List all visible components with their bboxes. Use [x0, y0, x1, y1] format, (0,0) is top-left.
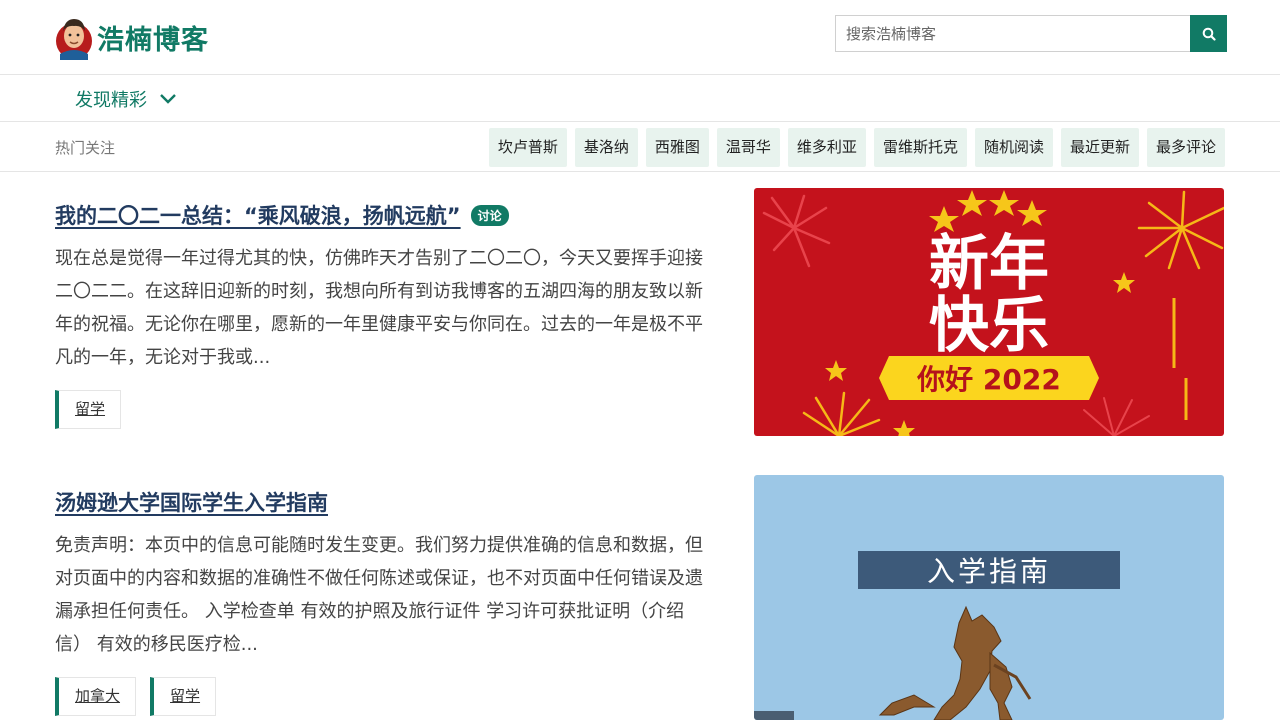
hot-tag-revelstoke[interactable]: 雷维斯托克 — [873, 128, 967, 167]
hot-tag-random[interactable]: 随机阅读 — [974, 128, 1053, 167]
hot-tag-kamloops[interactable]: 坎卢普斯 — [488, 128, 567, 167]
image-caption: 入学指南 — [927, 555, 1051, 588]
article-thumbnail[interactable]: 入学指南 — [754, 475, 1224, 720]
hot-tag-seattle[interactable]: 西雅图 — [645, 128, 709, 167]
image-text-line2: 快乐 — [929, 291, 1049, 361]
image-banner-text: 你好 2022 — [916, 363, 1061, 396]
avatar-icon — [56, 19, 92, 60]
tag-study-abroad[interactable]: 留学 — [55, 390, 122, 429]
site-logo[interactable]: 浩楠博客 — [55, 14, 209, 60]
search-button[interactable] — [1190, 15, 1227, 52]
search-bar — [835, 15, 1227, 52]
article-excerpt: 免责声明：本页中的信息可能随时发生变更。我们努力提供准确的信息和数据，但对页面中… — [55, 535, 703, 655]
hot-tag-most-comments[interactable]: 最多评论 — [1146, 128, 1225, 167]
site-header: 浩楠博客 — [0, 0, 1280, 75]
hot-topics-list: 坎卢普斯 基洛纳 西雅图 温哥华 维多利亚 雷维斯托克 随机阅读 最近更新 最多… — [488, 128, 1225, 167]
hot-tag-recent[interactable]: 最近更新 — [1060, 128, 1139, 167]
image-text-line1: 新年 — [929, 229, 1049, 299]
discover-label: 发现精彩 — [75, 90, 147, 111]
hot-tag-vancouver[interactable]: 温哥华 — [716, 128, 780, 167]
article-card: 我的二〇二一总结：“乘风破浪，扬帆远航” 讨论 现在总是觉得一年过得尤其的快，仿佛… — [55, 188, 1225, 436]
chevron-down-icon — [160, 94, 176, 104]
discover-dropdown[interactable]: 发现精彩 — [75, 86, 177, 112]
discover-nav: 发现精彩 — [0, 75, 1280, 122]
hot-tag-victoria[interactable]: 维多利亚 — [787, 128, 866, 167]
hot-topics-label: 热门关注 — [55, 139, 116, 157]
article-card: 汤姆逊大学国际学生入学指南 免责声明：本页中的信息可能随时发生变更。我们努力提供… — [55, 475, 1225, 720]
admission-guide-image: 入学指南 — [754, 475, 1224, 720]
new-year-image: 新年 快乐 你好 2022 — [754, 188, 1224, 436]
search-icon — [1202, 27, 1216, 41]
article-excerpt: 现在总是觉得一年过得尤其的快，仿佛昨天才告别了二〇二〇，今天又要挥手迎接二〇二二… — [55, 248, 703, 368]
tag-canada[interactable]: 加拿大 — [55, 677, 137, 716]
hot-tag-kelowna[interactable]: 基洛纳 — [574, 128, 638, 167]
tag-study-abroad[interactable]: 留学 — [150, 677, 217, 716]
site-title: 浩楠博客 — [97, 24, 209, 56]
article-title[interactable]: 我的二〇二一总结：“乘风破浪，扬帆远航” — [55, 200, 461, 230]
article-thumbnail[interactable]: 新年 快乐 你好 2022 — [754, 188, 1224, 436]
hot-topics-bar: 热门关注 坎卢普斯 基洛纳 西雅图 温哥华 维多利亚 雷维斯托克 随机阅读 最近… — [0, 122, 1280, 172]
discussion-badge[interactable]: 讨论 — [470, 205, 509, 226]
search-input[interactable] — [835, 15, 1190, 52]
article-title[interactable]: 汤姆逊大学国际学生入学指南 — [55, 487, 328, 517]
